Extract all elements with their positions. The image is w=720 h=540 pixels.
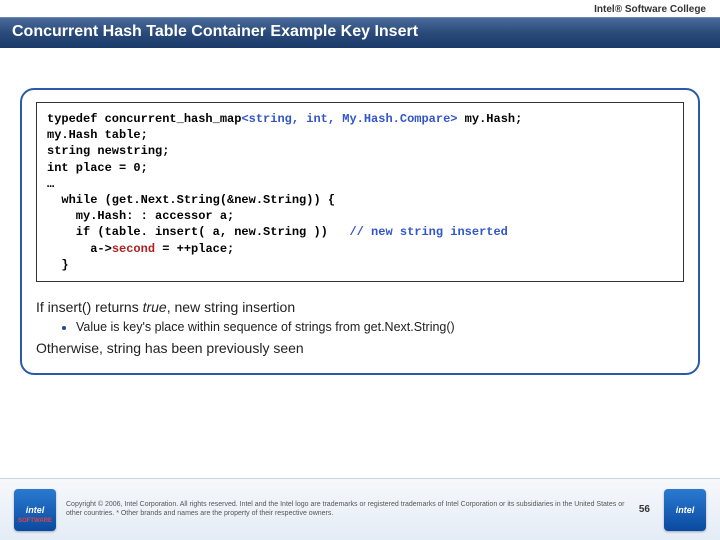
logo-subtext: SOFTWARE <box>18 518 52 524</box>
code-line-10: } <box>47 258 69 272</box>
explain-p1: If insert() returns true, new string ins… <box>36 298 684 318</box>
code-line-1c: my.Hash; <box>457 112 522 126</box>
logo-text: intel <box>26 505 45 515</box>
code-comment: // new string inserted <box>349 225 507 239</box>
footer: intel SOFTWARE Copyright © 2006, Intel C… <box>0 478 720 540</box>
content-box: typedef concurrent_hash_map<string, int,… <box>20 88 700 375</box>
code-line-9a: a-> <box>47 242 112 256</box>
page-number: 56 <box>639 504 664 515</box>
explain-p1b: true <box>143 299 167 315</box>
header-label: Intel® Software College <box>0 0 720 17</box>
explain-p2: Otherwise, string has been previously se… <box>36 339 684 359</box>
code-line-7: my.Hash: : accessor a; <box>47 209 234 223</box>
code-line-8a: if (table. insert( a, new.String )) <box>47 225 349 239</box>
explain-bullet: Value is key's place within sequence of … <box>76 319 684 337</box>
code-line-2: my.Hash table; <box>47 128 148 142</box>
code-line-3: string newstring; <box>47 144 169 158</box>
explain-p1a: If insert() returns <box>36 299 143 315</box>
code-line-5: … <box>47 177 54 191</box>
explain-p1c: , new string insertion <box>167 299 295 315</box>
intel-software-logo: intel SOFTWARE <box>14 489 56 531</box>
code-line-9c: = ++place; <box>155 242 234 256</box>
code-line-1a: typedef concurrent_hash_map <box>47 112 241 126</box>
code-keyword-second: second <box>112 242 155 256</box>
code-block: typedef concurrent_hash_map<string, int,… <box>36 102 684 282</box>
logo-text-right: intel <box>676 505 695 515</box>
code-line-6: while (get.Next.String(&new.String)) { <box>47 193 335 207</box>
explain-list: Value is key's place within sequence of … <box>76 319 684 337</box>
slide-title: Concurrent Hash Table Container Example … <box>0 17 720 48</box>
copyright-text: Copyright © 2006, Intel Corporation. All… <box>56 501 639 518</box>
intel-logo: intel <box>664 489 706 531</box>
code-template-params: <string, int, My.Hash.Compare> <box>241 112 457 126</box>
explain-bullet-text: Value is key's place within sequence of … <box>76 320 455 334</box>
code-line-4: int place = 0; <box>47 161 148 175</box>
explanation: If insert() returns true, new string ins… <box>36 298 684 359</box>
